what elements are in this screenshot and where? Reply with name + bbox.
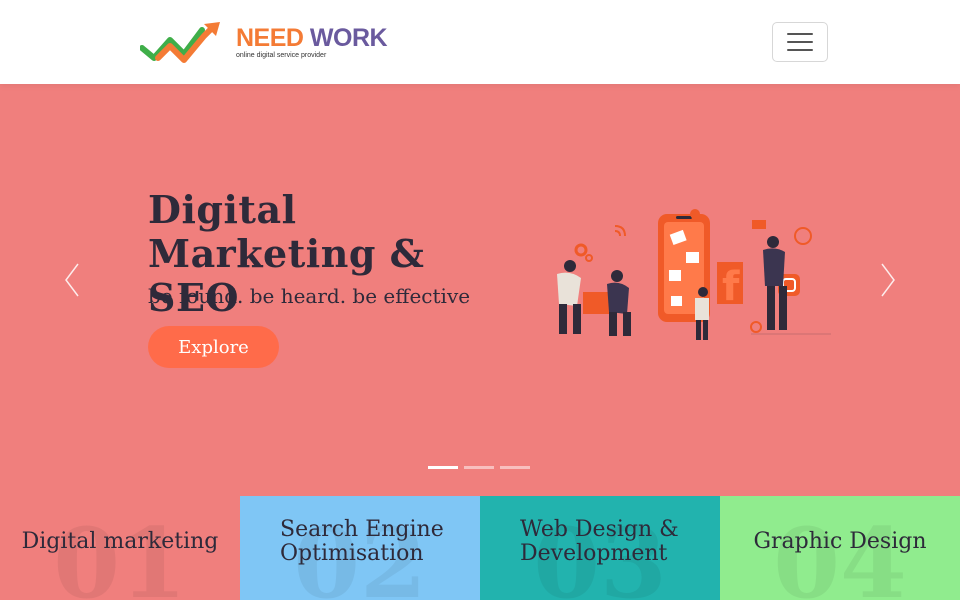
hamburger-menu-icon	[787, 33, 813, 35]
service-tile-web-design[interactable]: 03 Web Design & Development	[480, 496, 720, 600]
hamburger-menu-icon-line	[787, 41, 813, 43]
service-title: Web Design & Development	[520, 517, 679, 566]
carousel-indicator-2[interactable]	[464, 466, 494, 469]
service-tile-seo[interactable]: 02 Search Engine Optimisation	[240, 496, 480, 600]
logo-tagline: online digital service provider	[236, 52, 327, 59]
service-title: Search Engine Optimisation	[280, 517, 444, 566]
social-media-illustration: f	[557, 209, 831, 340]
explore-button[interactable]: Explore	[148, 326, 279, 368]
carousel-indicator-3[interactable]	[500, 466, 530, 469]
chevron-left-icon[interactable]	[52, 256, 92, 304]
hamburger-menu-icon-line	[787, 49, 813, 51]
logo-word-need: NEED	[236, 24, 304, 52]
navbar-toggler-button[interactable]	[772, 22, 828, 62]
hero-carousel: Digital Marketing & SEO be found. be hea…	[0, 84, 960, 496]
hero-subtitle: be found. be heard. be effective	[148, 284, 471, 308]
svg-text:f: f	[722, 264, 740, 310]
hero-title-line: Digital	[148, 187, 297, 232]
service-tile-digital-marketing[interactable]: 01 Digital marketing	[0, 496, 240, 600]
services-strip: 01 Digital marketing 02 Search Engine Op…	[0, 496, 960, 600]
carousel-indicator-1[interactable]	[428, 466, 458, 469]
service-tile-graphic-design[interactable]: 04 Graphic Design	[720, 496, 960, 600]
service-title: Graphic Design	[753, 529, 927, 554]
service-title: Digital marketing	[21, 529, 219, 554]
navbar: NEED WORK online digital service provide…	[0, 0, 960, 84]
carousel-indicators	[428, 466, 532, 470]
logo-zigzag-icon	[140, 22, 220, 63]
logo-word-work: WORK	[309, 24, 388, 52]
brand-logo[interactable]: NEED WORK online digital service provide…	[140, 22, 388, 64]
logo-wordmark: NEED WORK	[236, 24, 388, 52]
chevron-right-icon[interactable]	[868, 256, 908, 304]
